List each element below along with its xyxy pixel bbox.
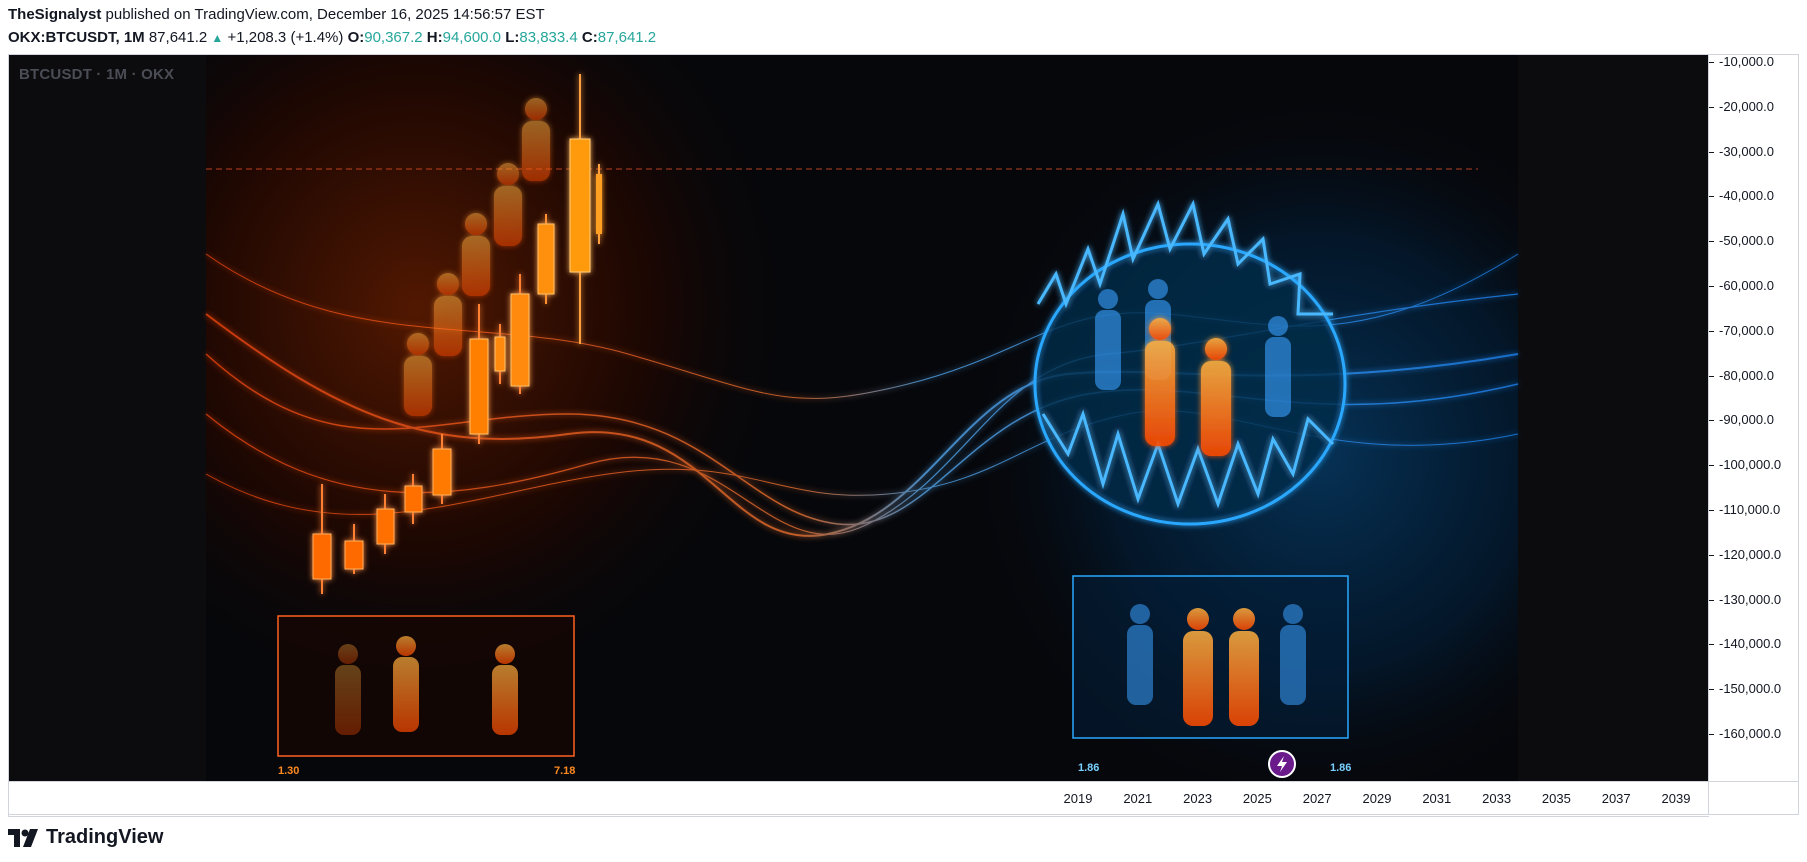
price-tick: -140,000.0 (1708, 636, 1782, 652)
time-axis[interactable]: 2019 2021 2023 2025 2027 2029 2031 2033 2035 2037… (8, 781, 1709, 817)
time-tick: 2037 (1601, 791, 1631, 806)
price-tick: -20,000.0 (1709, 98, 1774, 114)
close-value: 87,641.2 (597, 29, 657, 46)
price-tick: -50,000.0 (1709, 233, 1774, 249)
last-price: 87,641.2 (148, 29, 208, 46)
low-label: L: (505, 29, 520, 46)
price-tick: -150,000.0 (1708, 681, 1782, 697)
time-tick: 2029 (1362, 791, 1392, 806)
axis-corner (1708, 781, 1799, 815)
symbol-label: OKX:BTCUSDT, 1M (8, 29, 145, 46)
low-value: 83,833.4 (519, 29, 578, 46)
brand-name: TradingView (46, 826, 164, 848)
time-tick: 2019 (1063, 791, 1093, 806)
price-tick: -60,000.0 (1709, 278, 1774, 293)
author-name[interactable]: TheSignalyst (8, 6, 101, 23)
tradingview-logo[interactable]: TradingView (8, 826, 163, 849)
price-tick: -130,000.0 (1708, 591, 1782, 607)
price-tick: -80,000.0 (1709, 367, 1774, 383)
price-tick: -40,000.0 (1709, 188, 1774, 204)
time-tick: 2031 (1422, 791, 1452, 806)
right-label-a: 1.86 (1078, 762, 1099, 774)
time-tick: 2023 (1183, 791, 1213, 806)
left-label-b: 7.18 (554, 765, 575, 777)
price-tick: -30,000.0 (1709, 143, 1774, 159)
time-tick: 2025 (1242, 791, 1272, 806)
price-axis[interactable]: -10,000.0 -20,000.0 -30,000.0 -40,000.0 -50,… (1708, 54, 1800, 781)
price-change: +1,208.3 (+1.4%) (227, 29, 344, 46)
price-tick: -110,000.0 (1708, 502, 1781, 517)
ticker-legend: OKX:BTCUSDT, 1M 87,641.2 ▲ +1,208.3 (+1.… (8, 29, 656, 46)
publish-info: TheSignalyst published on TradingView.co… (8, 6, 545, 23)
publish-text: published on TradingView.com, December 1… (105, 6, 545, 23)
left-label-a: 1.30 (278, 765, 299, 777)
open-label: O: (347, 29, 365, 46)
chart-watermark: BTCUSDT · 1M · OKX (19, 66, 175, 83)
time-tick: 2021 (1123, 791, 1153, 806)
close-label: C: (581, 29, 598, 46)
time-tick: 2039 (1661, 791, 1691, 806)
price-tick: -160,000.0 (1708, 726, 1782, 741)
high-value: 94,600.0 (442, 29, 502, 46)
right-label-b: 1.86 (1330, 762, 1351, 774)
high-label: H: (426, 29, 443, 46)
time-tick: 2035 (1541, 791, 1571, 806)
tradingview-logo-icon (8, 828, 38, 847)
time-tick: 2027 (1302, 791, 1332, 806)
lightning-badge-icon[interactable] (1268, 750, 1296, 778)
artwork-image: 1.30 7.18 1.86 1.86 (8, 54, 1708, 781)
chart-artwork: 1.30 7.18 1.86 1.86 BTCUSDT · 1M · OKX (8, 54, 1708, 781)
price-tick: -100,000.0 (1708, 457, 1782, 473)
open-value: 90,367.2 (364, 29, 423, 46)
price-tick: -70,000.0 (1709, 322, 1774, 338)
up-arrow-icon: ▲ (211, 31, 224, 45)
price-tick: -10,000.0 (1709, 54, 1774, 69)
price-tick: -120,000.0 (1708, 546, 1782, 562)
time-tick: 2033 (1482, 791, 1512, 806)
price-tick: -90,000.0 (1709, 412, 1774, 428)
